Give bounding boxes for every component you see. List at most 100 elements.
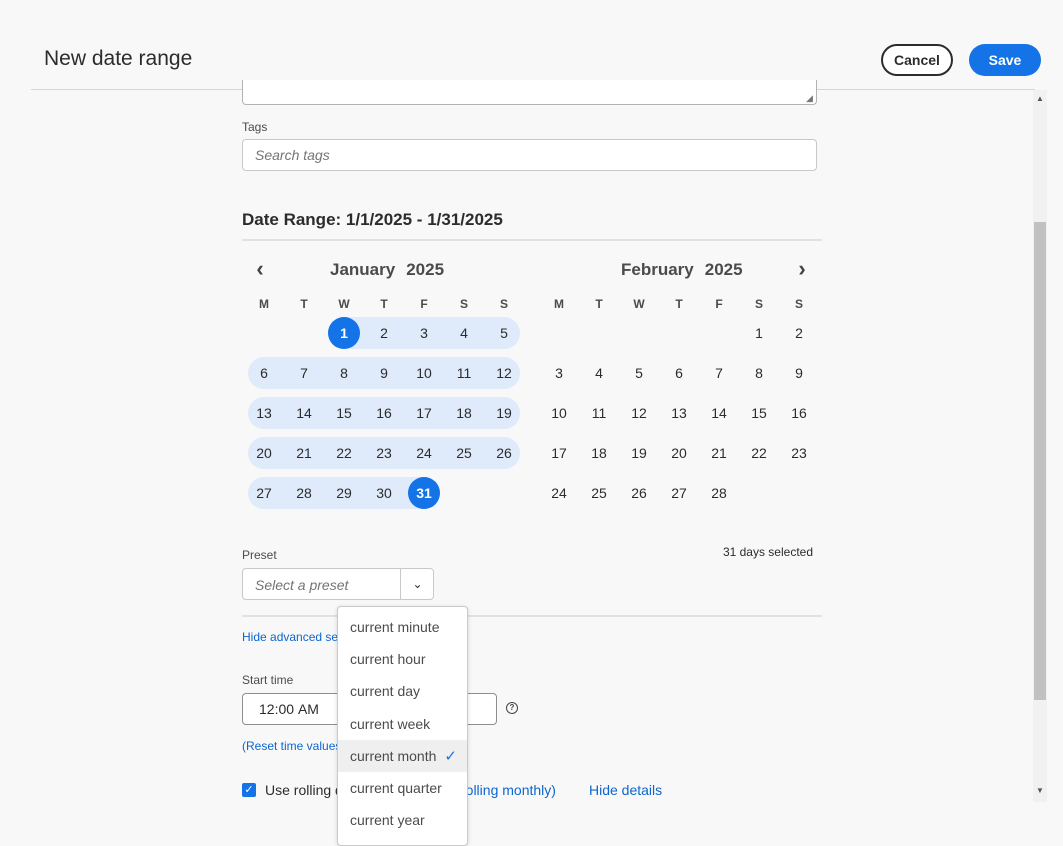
jan-day-cell[interactable]: 23 xyxy=(368,437,400,469)
jan-day-cell[interactable]: 26 xyxy=(488,437,520,469)
next-month-chevron-icon[interactable]: › xyxy=(790,258,814,282)
jan-day-cell[interactable]: 22 xyxy=(328,437,360,469)
feb-day-cell[interactable]: 20 xyxy=(663,437,695,469)
feb-day-cell[interactable]: 28 xyxy=(703,477,735,509)
jan-day-cell[interactable]: 7 xyxy=(288,357,320,389)
feb-day-cell[interactable]: 7 xyxy=(703,357,735,389)
time-minutes[interactable]: 00 xyxy=(278,701,294,717)
feb-day-cell[interactable]: 21 xyxy=(703,437,735,469)
feb-day-cell[interactable]: 8 xyxy=(743,357,775,389)
feb-day-cell[interactable]: 18 xyxy=(583,437,615,469)
jan-day-cell[interactable]: 11 xyxy=(448,357,480,389)
jan-day-cell[interactable]: 5 xyxy=(488,317,520,349)
jan-day-cell[interactable]: 8 xyxy=(328,357,360,389)
previous-month-chevron-icon[interactable]: ‹ xyxy=(248,258,272,282)
jan-day-cell[interactable]: 29 xyxy=(328,477,360,509)
preset-menu-item[interactable]: current minute xyxy=(338,611,467,643)
scroll-down-icon[interactable]: ▼ xyxy=(1033,784,1047,798)
start-time-label: Start time xyxy=(242,673,294,687)
feb-day-cell[interactable]: 15 xyxy=(743,397,775,429)
tags-search-input[interactable]: Search tags xyxy=(242,139,817,171)
rolling-checkbox[interactable]: ✓ xyxy=(242,783,256,797)
description-textarea[interactable]: ◢ xyxy=(242,80,817,105)
jan-day-cell[interactable]: 14 xyxy=(288,397,320,429)
rolling-type-link[interactable]: rolling monthly) xyxy=(461,782,556,798)
feb-day-cell[interactable]: 4 xyxy=(583,357,615,389)
month-name: February xyxy=(621,260,694,279)
jan-day-cell[interactable]: 19 xyxy=(488,397,520,429)
feb-day-cell[interactable]: 11 xyxy=(583,397,615,429)
cancel-button[interactable]: Cancel xyxy=(881,44,953,76)
feb-day-cell[interactable]: 26 xyxy=(623,477,655,509)
feb-day-cell[interactable]: 3 xyxy=(543,357,575,389)
preset-dropdown-menu: current minute current hour current day cur… xyxy=(337,606,468,846)
feb-day-cell[interactable]: 27 xyxy=(663,477,695,509)
time-hours[interactable]: 12 xyxy=(259,701,275,717)
weekday-header: T xyxy=(595,297,603,311)
preset-menu-item-label: current week xyxy=(350,715,431,732)
jan-day-cell[interactable]: 1 xyxy=(328,317,360,349)
weekday-header: F xyxy=(420,297,428,311)
preset-menu-item[interactable]: current year xyxy=(338,804,467,836)
date-range-title: Date Range: 1/1/2025 - 1/31/2025 xyxy=(242,210,503,229)
jan-day-cell[interactable]: 16 xyxy=(368,397,400,429)
month-name: January xyxy=(330,260,396,279)
jan-day-cell[interactable]: 6 xyxy=(248,357,280,389)
jan-day-cell[interactable]: 4 xyxy=(448,317,480,349)
jan-day-cell[interactable]: 25 xyxy=(448,437,480,469)
feb-day-cell[interactable]: 19 xyxy=(623,437,655,469)
preset-menu-item[interactable]: current week xyxy=(338,708,467,740)
feb-day-cell[interactable]: 2 xyxy=(783,317,815,349)
save-button[interactable]: Save xyxy=(969,44,1041,76)
feb-day-cell[interactable]: 14 xyxy=(703,397,735,429)
feb-day-cell[interactable]: 25 xyxy=(583,477,615,509)
jan-day-cell[interactable]: 21 xyxy=(288,437,320,469)
reset-time-values-link[interactable]: (Reset time values) xyxy=(242,739,345,753)
hide-details-link[interactable]: Hide details xyxy=(589,782,662,798)
dialog-header: New date range Cancel Save xyxy=(0,0,1063,90)
jan-day-cell[interactable]: 30 xyxy=(368,477,400,509)
section-divider xyxy=(242,615,822,617)
preset-menu-item[interactable]: current day xyxy=(338,675,467,707)
feb-day-cell[interactable]: 17 xyxy=(543,437,575,469)
preset-menu-item[interactable]: current quarter xyxy=(338,772,467,804)
feb-day-cell[interactable]: 13 xyxy=(663,397,695,429)
jan-day-cell[interactable]: 18 xyxy=(448,397,480,429)
feb-day-cell[interactable]: 16 xyxy=(783,397,815,429)
jan-day-cell[interactable]: 13 xyxy=(248,397,280,429)
time-ampm[interactable]: AM xyxy=(298,701,319,717)
jan-day-cell[interactable]: 3 xyxy=(408,317,440,349)
tags-placeholder: Search tags xyxy=(255,147,330,163)
feb-day-cell[interactable]: 10 xyxy=(543,397,575,429)
feb-day-cell[interactable]: 24 xyxy=(543,477,575,509)
weekday-header: S xyxy=(754,297,763,311)
jan-day-cell[interactable]: 10 xyxy=(408,357,440,389)
feb-day-cell[interactable]: 22 xyxy=(743,437,775,469)
jan-day-cell[interactable]: 24 xyxy=(408,437,440,469)
feb-day-cell[interactable]: 6 xyxy=(663,357,695,389)
jan-day-cell[interactable]: 28 xyxy=(288,477,320,509)
scrollbar-thumb[interactable] xyxy=(1034,222,1046,700)
feb-day-cell[interactable]: 9 xyxy=(783,357,815,389)
jan-day-cell[interactable]: 15 xyxy=(328,397,360,429)
help-icon[interactable]: ? xyxy=(506,702,518,714)
preset-combobox[interactable]: Select a preset ⌄ xyxy=(242,568,434,600)
jan-day-cell[interactable]: 17 xyxy=(408,397,440,429)
preset-menu-item[interactable]: current hour xyxy=(338,643,467,675)
resize-grip-icon[interactable]: ◢ xyxy=(806,94,814,103)
rolling-checkbox-label: Use rolling d xyxy=(265,782,343,798)
chevron-down-icon[interactable]: ⌄ xyxy=(401,569,434,599)
feb-day-cell[interactable]: 23 xyxy=(783,437,815,469)
jan-day-cell[interactable]: 2 xyxy=(368,317,400,349)
scroll-up-icon[interactable]: ▲ xyxy=(1033,92,1047,106)
feb-day-cell[interactable]: 12 xyxy=(623,397,655,429)
hide-advanced-settings-link[interactable]: Hide advanced setti xyxy=(242,630,347,644)
jan-day-cell[interactable]: 9 xyxy=(368,357,400,389)
jan-day-cell[interactable]: 12 xyxy=(488,357,520,389)
feb-day-cell[interactable]: 5 xyxy=(623,357,655,389)
jan-day-cell[interactable]: 31 xyxy=(408,477,440,509)
jan-day-cell[interactable]: 20 xyxy=(248,437,280,469)
preset-menu-item[interactable]: current month ✓ xyxy=(338,739,467,772)
jan-day-cell[interactable]: 27 xyxy=(248,477,280,509)
feb-day-cell[interactable]: 1 xyxy=(743,317,775,349)
